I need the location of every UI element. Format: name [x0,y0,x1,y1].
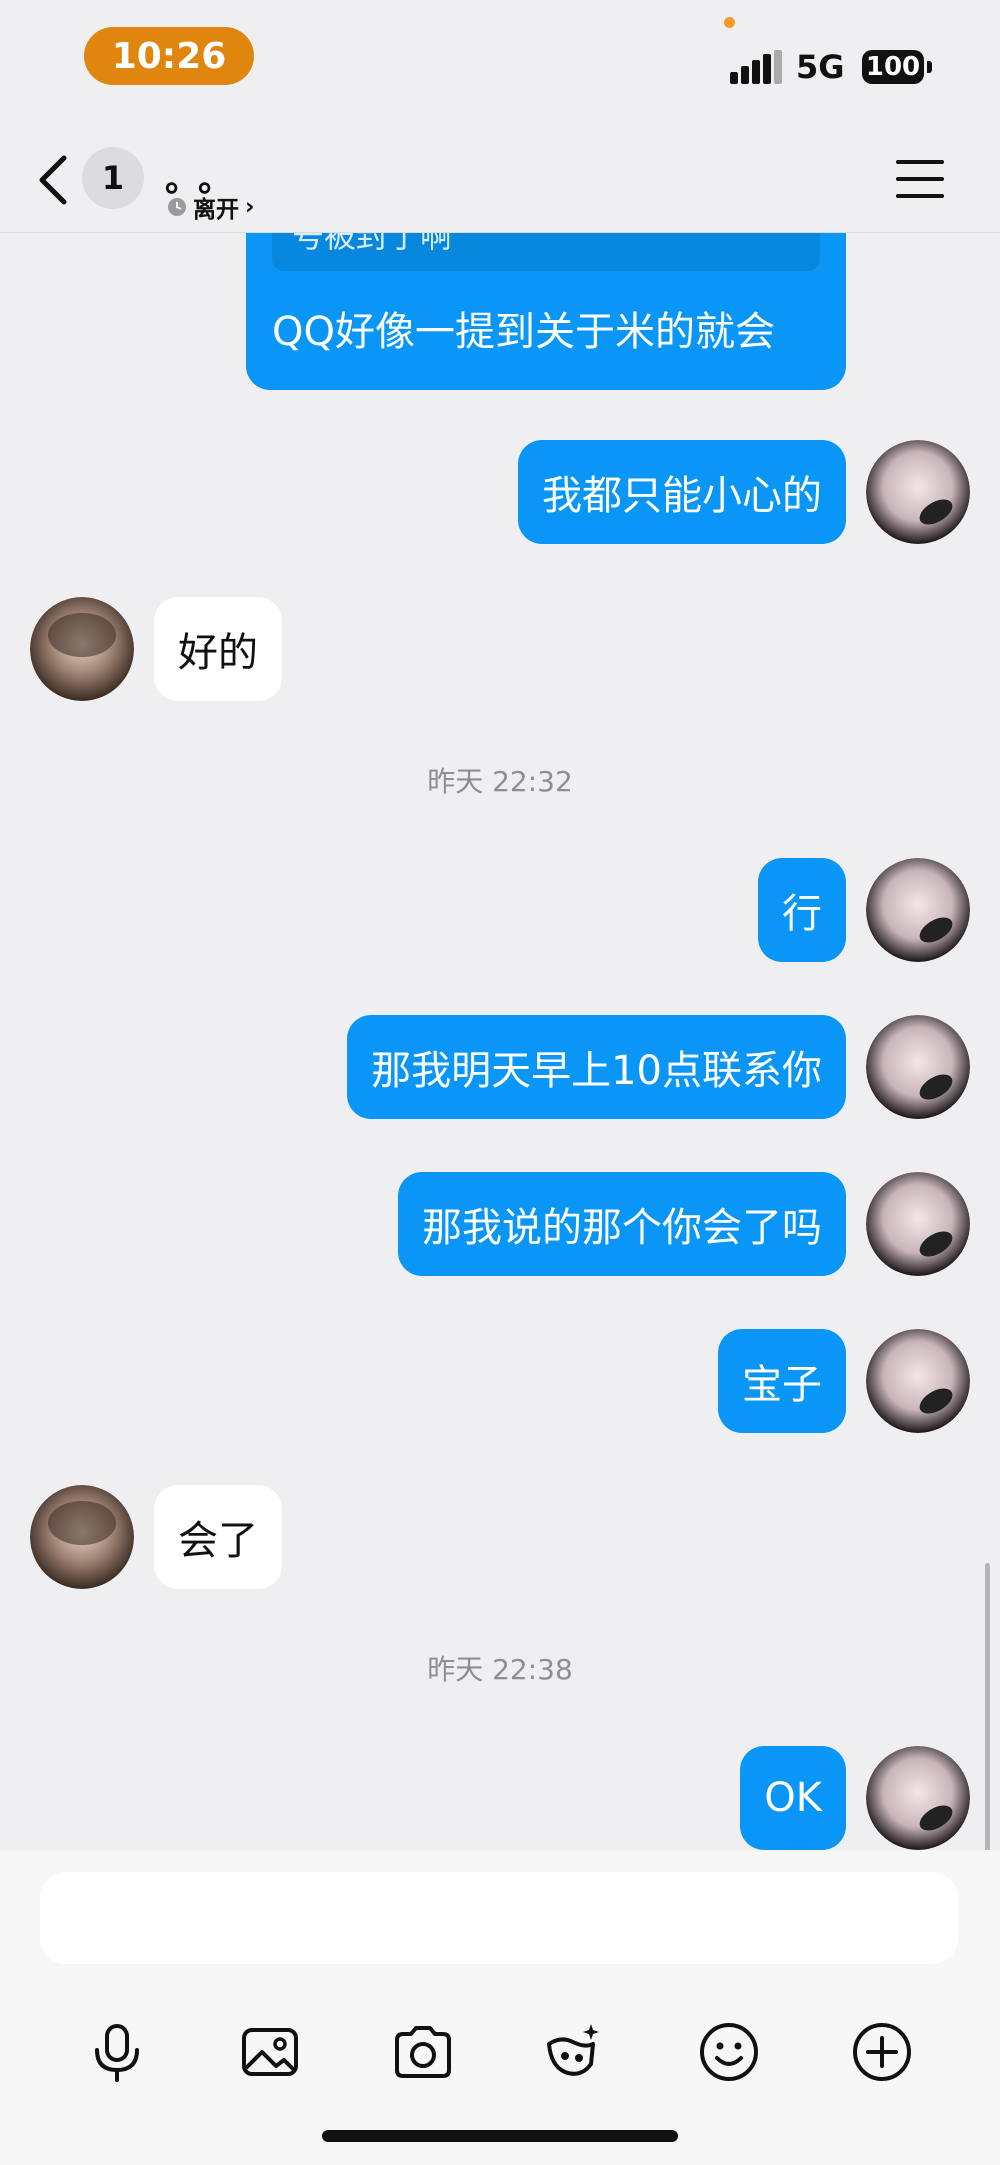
message-bubble-received[interactable]: 好的 [154,597,282,701]
signal-icon [730,50,782,84]
message-text: QQ好像一提到关于米的就会 [272,309,775,355]
battery-icon: 100 [862,50,924,84]
magic-pet-button[interactable] [541,2020,605,2084]
my-avatar[interactable] [866,858,970,962]
timestamp-divider: 昨天 22:38 [427,1653,573,1686]
contact-avatar[interactable] [30,1485,134,1589]
chat-message-list[interactable]: 号被封了啊 QQ好像一提到关于米的就会 我都只能小心的 好的 昨天 22:32 … [0,233,1000,1850]
message-bubble-sent[interactable]: 那我明天早上10点联系你 [347,1015,846,1119]
microphone-icon [95,2024,139,2082]
camera-button[interactable] [391,2020,455,2084]
chat-header: 1 。。 离开 › [0,130,1000,233]
image-icon [242,2028,298,2076]
message-bubble-received[interactable]: 会了 [154,1485,282,1589]
presence-status[interactable]: 离开 › [167,190,254,224]
scroll-indicator[interactable] [985,1563,990,1850]
status-time: 10:26 [84,27,254,85]
message-bubble-sent[interactable]: 我都只能小心的 [518,440,846,544]
presence-label: 离开 [193,197,239,223]
privacy-indicator-dot [724,17,735,28]
contact-avatar[interactable] [30,597,134,701]
my-avatar[interactable] [866,1329,970,1433]
message-bubble-sent[interactable]: 行 [758,858,846,962]
timestamp-divider: 昨天 22:32 [427,765,573,798]
photo-button[interactable] [238,2020,302,2084]
quoted-text: 号被封了啊 [292,233,453,255]
voice-button[interactable] [85,2020,149,2084]
status-bar: 10:26 5G 100 [0,0,1000,130]
more-button[interactable] [850,2020,914,2084]
my-avatar[interactable] [866,440,970,544]
network-type: 5G [796,48,845,86]
battery-tip [927,61,932,73]
unread-count-badge[interactable]: 1 [82,147,144,209]
my-avatar[interactable] [866,1746,970,1850]
message-bubble-sent[interactable]: OK [740,1746,846,1850]
clock-icon [168,198,186,216]
message-bubble-sent[interactable]: 那我说的那个你会了吗 [398,1172,846,1276]
emoji-icon [700,2023,758,2081]
message-bubble-sent[interactable]: 宝子 [718,1329,846,1433]
my-avatar[interactable] [866,1172,970,1276]
quoted-reply-box[interactable]: 号被封了啊 [272,233,820,271]
emoji-button[interactable] [697,2020,761,2084]
camera-icon [395,2026,451,2078]
message-input-area [0,1850,1000,2165]
plus-icon [853,2023,911,2081]
message-bubble-quoted[interactable]: 号被封了啊 QQ好像一提到关于米的就会 [246,233,846,390]
message-input[interactable] [40,1872,958,1964]
chevron-right-icon: › [245,194,255,220]
menu-icon[interactable] [894,156,946,202]
home-indicator[interactable] [322,2130,678,2142]
back-chevron-icon[interactable] [30,150,80,210]
my-avatar[interactable] [866,1015,970,1119]
magic-pet-icon [547,2024,599,2076]
